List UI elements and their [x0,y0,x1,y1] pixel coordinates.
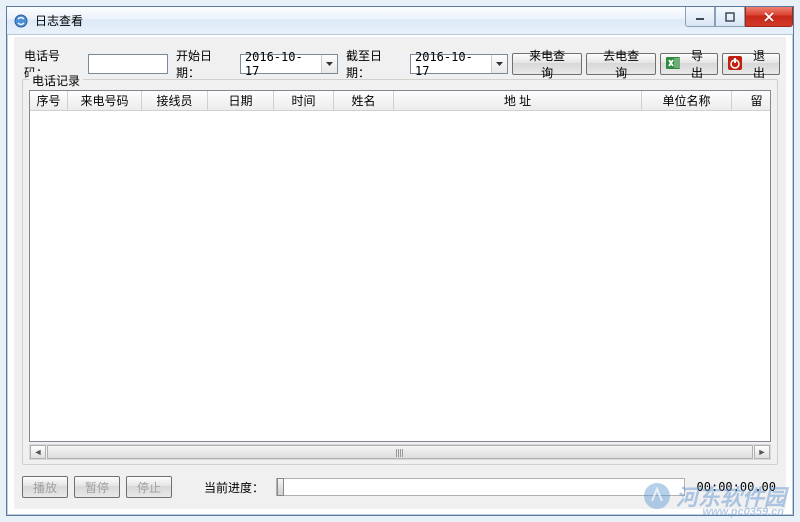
window-title: 日志查看 [35,12,83,29]
play-button[interactable]: 播放 [22,476,68,498]
power-icon [727,55,743,74]
col-date[interactable]: 日期 [208,91,274,110]
close-button[interactable] [745,7,793,27]
pause-button[interactable]: 暂停 [74,476,120,498]
phone-input[interactable] [88,54,168,74]
progress-label: 当前进度： [204,479,264,496]
records-group-label: 电话记录 [29,72,83,89]
export-button[interactable]: 导出 [660,53,718,75]
excel-icon [665,55,681,74]
outgoing-query-button[interactable]: 去电查询 [586,53,656,75]
exit-label: 退出 [747,47,771,81]
slider-thumb[interactable] [277,478,284,496]
col-time[interactable]: 时间 [274,91,334,110]
end-date-combo[interactable]: 2016-10-17 [410,54,508,74]
dropdown-icon [321,55,337,73]
col-name[interactable]: 姓名 [334,91,394,110]
end-date-label: 截至日期： [346,47,406,81]
scroll-thumb[interactable] [47,445,753,459]
app-icon [13,13,29,29]
window-controls [685,7,793,27]
start-date-label: 开始日期： [176,47,236,81]
dropdown-icon [491,55,507,73]
stop-button[interactable]: 停止 [126,476,172,498]
client-area: 电话号码： 开始日期： 2016-10-17 截至日期： 2016-10-17 … [14,37,786,509]
window: 日志查看 电话号码： 开始日期： 2016-10-17 截至日期： 2016-1… [6,6,794,516]
grid-body [30,111,770,441]
minimize-button[interactable] [685,7,715,27]
titlebar: 日志查看 [7,7,793,35]
scroll-left-icon[interactable]: ◄ [30,445,46,459]
scroll-right-icon[interactable]: ► [754,445,770,459]
start-date-value: 2016-10-17 [241,50,321,78]
export-label: 导出 [685,47,709,81]
horizontal-scrollbar[interactable]: ◄ ► [29,444,771,460]
end-date-value: 2016-10-17 [411,50,491,78]
time-display: 00:00:00.00 [697,480,776,494]
col-seq[interactable]: 序号 [30,91,68,110]
col-note[interactable]: 留 [732,91,771,110]
playback-bar: 播放 暂停 停止 当前进度： 00:00:00.00 [22,471,778,503]
grid-header: 序号 来电号码 接线员 日期 时间 姓名 地 址 单位名称 留 [30,91,770,111]
col-operator[interactable]: 接线员 [142,91,208,110]
progress-slider[interactable] [276,478,684,496]
maximize-button[interactable] [715,7,745,27]
col-company[interactable]: 单位名称 [642,91,732,110]
records-grid: 序号 来电号码 接线员 日期 时间 姓名 地 址 单位名称 留 [29,90,771,442]
col-address[interactable]: 地 址 [394,91,642,110]
incoming-query-button[interactable]: 来电查询 [512,53,582,75]
col-caller[interactable]: 来电号码 [68,91,142,110]
records-groupbox: 电话记录 序号 来电号码 接线员 日期 时间 姓名 地 址 单位名称 留 ◄ [22,79,778,465]
exit-button[interactable]: 退出 [722,53,780,75]
start-date-combo[interactable]: 2016-10-17 [240,54,338,74]
